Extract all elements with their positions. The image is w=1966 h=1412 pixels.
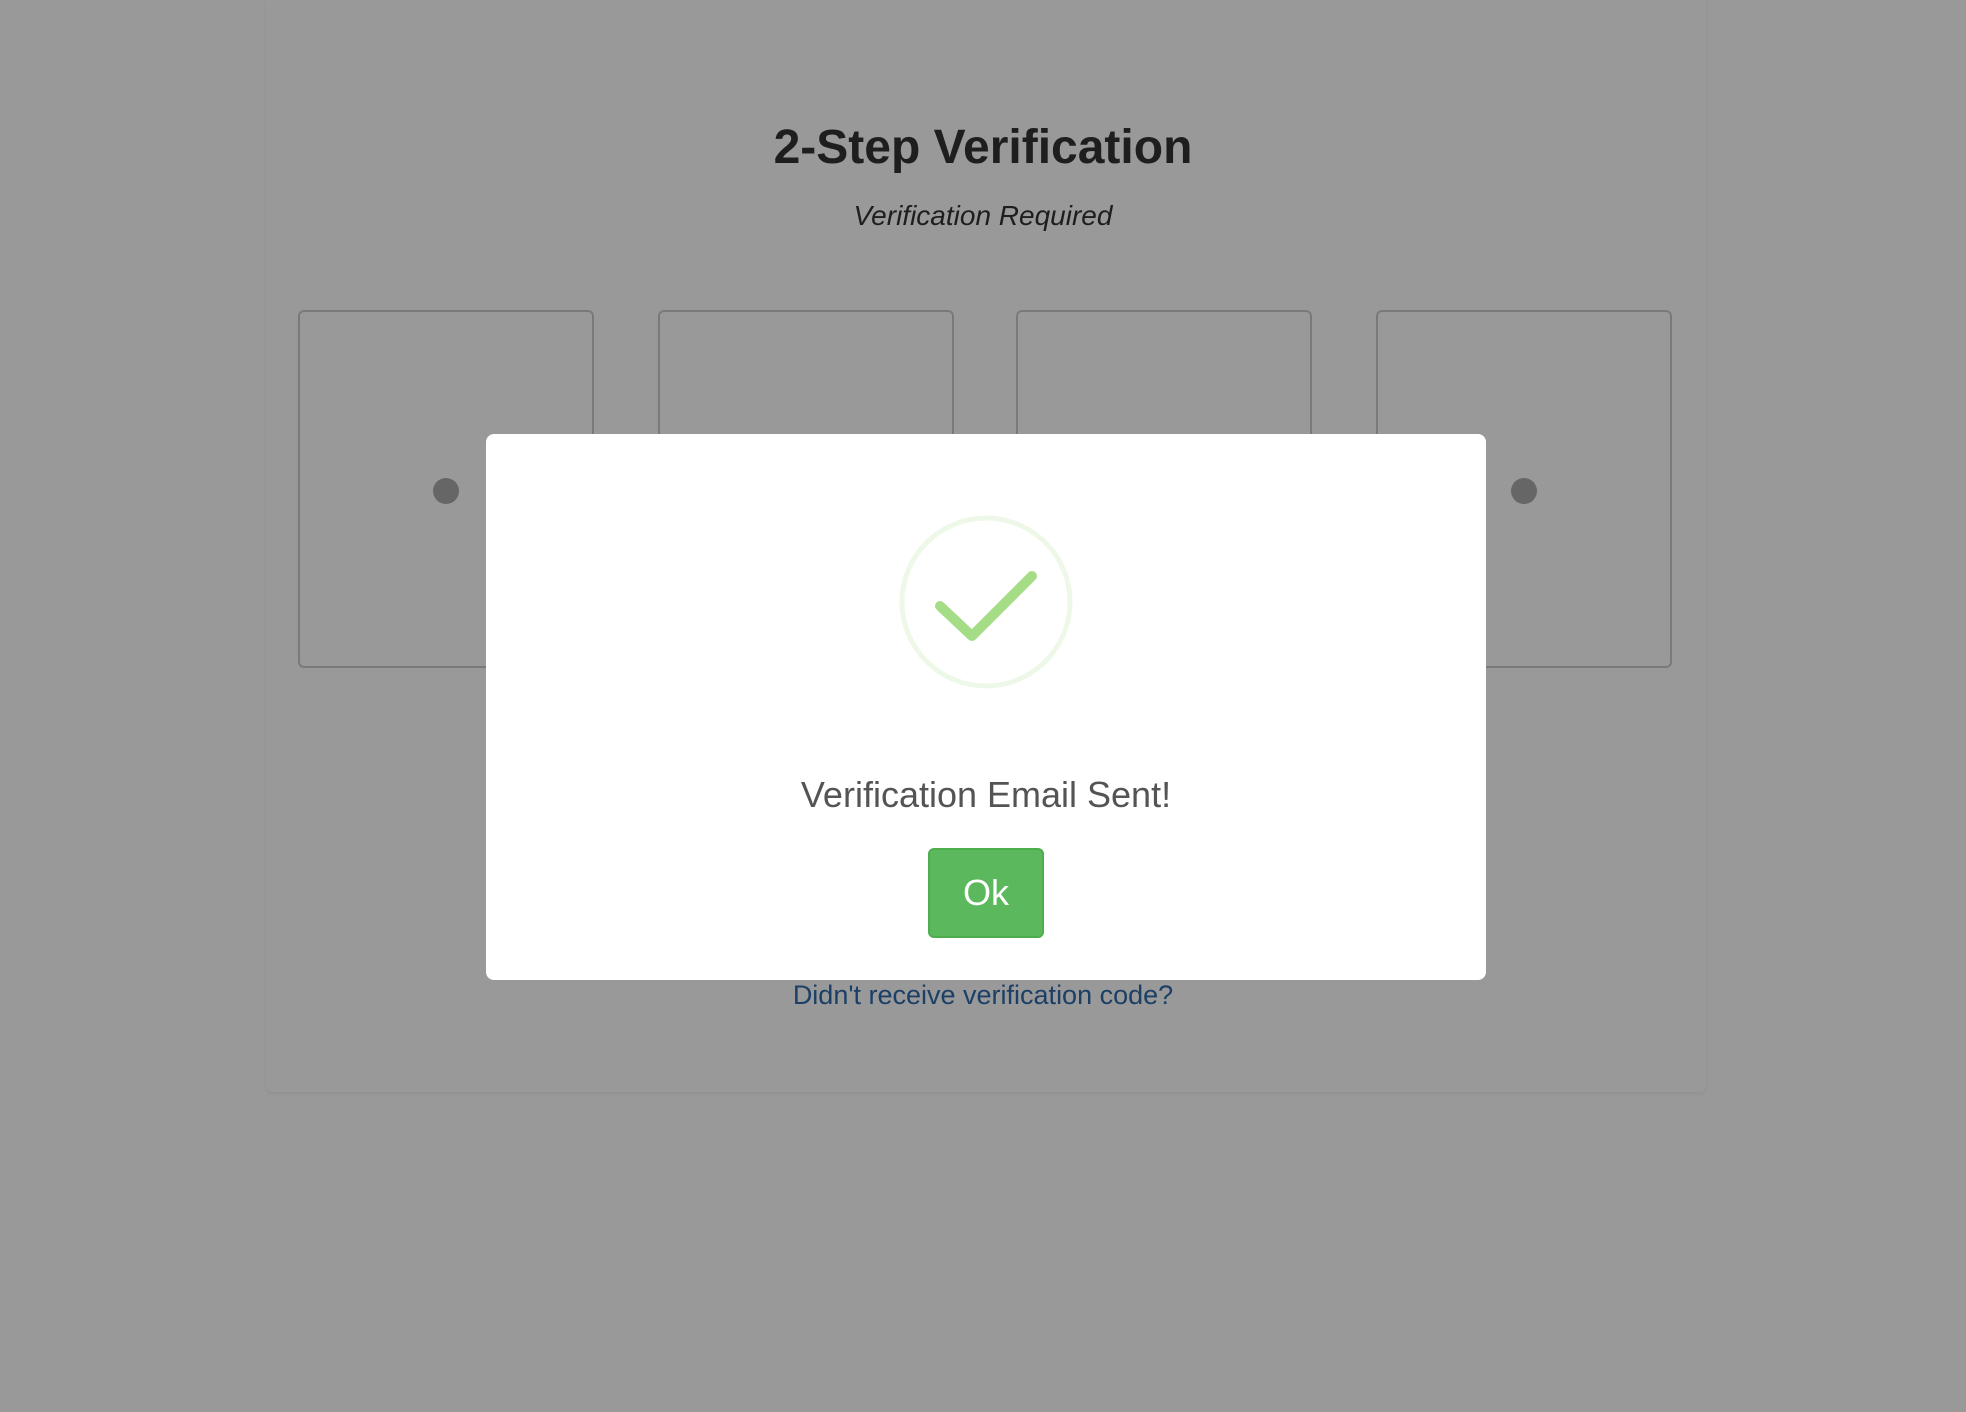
ok-button[interactable]: Ok: [928, 848, 1044, 938]
edge-glyph: :: [0, 1136, 2, 1168]
page-title: 2-Step Verification: [773, 121, 1193, 174]
masked-digit-dot: [1511, 478, 1537, 504]
resend-code-link[interactable]: Didn't receive verification code?: [0, 980, 1966, 1011]
success-modal: Verification Email Sent! Ok: [486, 434, 1486, 980]
masked-digit-dot: [433, 478, 459, 504]
checkmark-icon: [899, 515, 1073, 689]
page-subtitle: Verification Required: [853, 200, 1113, 231]
modal-message: Verification Email Sent!: [800, 774, 1172, 815]
